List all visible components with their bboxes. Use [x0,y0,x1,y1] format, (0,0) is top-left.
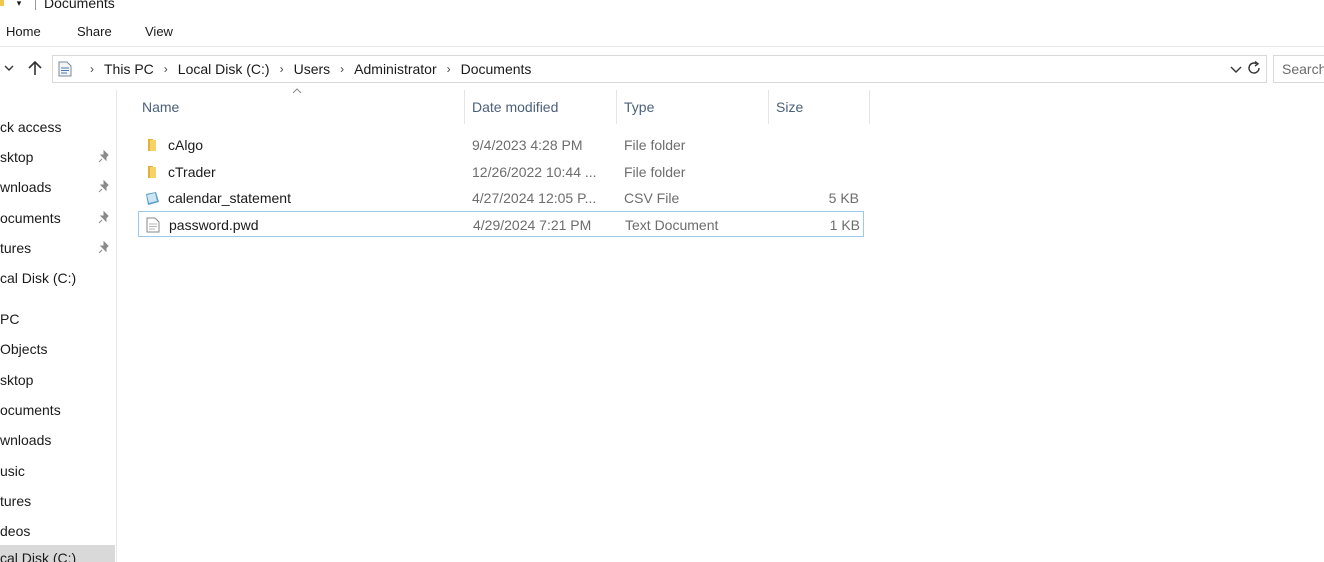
nav-item-3d-objects[interactable]: Objects [0,336,116,362]
file-type: File folder [624,164,686,180]
title-separator [35,0,36,10]
nav-item-documents-pinned[interactable]: ocuments [0,205,116,231]
quick-access-toolbar-dropdown[interactable]: ▾ [13,0,25,8]
nav-item-local-disk-quick[interactable]: cal Disk (C:) [0,265,116,291]
pin-icon [98,241,109,254]
nav-item-pictures-pinned[interactable]: tures [0,235,116,261]
breadcrumb: › This PC › Local Disk (C:) › Users › Ad… [83,56,534,82]
pin-icon [98,211,109,224]
nav-item-music[interactable]: usic [0,458,116,484]
address-row: › This PC › Local Disk (C:) › Users › Ad… [0,55,1324,83]
title-bar: ▾ Documents [0,0,1324,14]
ribbon: Home Share View [0,18,1324,47]
search-input[interactable]: Search [1273,55,1324,83]
address-history-chevron-icon[interactable] [1229,62,1243,76]
breadcrumb-administrator[interactable]: Administrator [351,56,439,82]
file-row[interactable]: cTrader 12/26/2022 10:44 ... File folder [138,159,864,185]
column-divider[interactable] [869,90,870,124]
nav-item-quick-access[interactable]: ck access [0,114,116,140]
file-name: calendar_statement [168,190,291,206]
nav-item-local-disk[interactable]: cal Disk (C:) [0,545,115,562]
nav-item-this-pc[interactable]: PC [0,306,116,332]
file-list: Name Date modified Type Size cAlgo 9/4/2… [118,88,1324,562]
chevron-right-icon[interactable]: › [276,62,288,76]
column-header-date[interactable]: Date modified [466,90,616,124]
csv-file-icon [146,192,159,205]
folder-icon [148,139,156,151]
file-size: 5 KB [828,190,859,206]
file-type: CSV File [624,190,680,206]
file-name: cTrader [168,164,216,180]
tab-home[interactable]: Home [6,24,41,40]
text-file-icon [146,217,160,233]
column-header-type[interactable]: Type [618,90,768,124]
nav-item-desktop[interactable]: sktop [0,367,116,393]
chevron-right-icon[interactable]: › [443,62,455,76]
nav-item-pictures[interactable]: tures [0,488,116,514]
chevron-right-icon[interactable]: › [160,62,172,76]
file-row[interactable]: calendar_statement 4/27/2024 12:05 P... … [138,185,864,211]
documents-location-icon [58,61,72,77]
recent-locations-chevron-icon[interactable] [2,61,16,75]
file-date: 4/27/2024 12:05 P... [472,190,597,206]
folder-icon [0,0,4,6]
column-divider[interactable] [464,90,465,124]
file-date: 12/26/2022 10:44 ... [472,164,597,180]
breadcrumb-users[interactable]: Users [291,56,334,82]
nav-item-downloads-pinned[interactable]: wnloads [0,174,116,200]
breadcrumb-local-disk[interactable]: Local Disk (C:) [175,56,273,82]
address-bar[interactable]: › This PC › Local Disk (C:) › Users › Ad… [52,55,1294,83]
chevron-right-icon[interactable]: › [336,62,348,76]
tab-view[interactable]: View [145,24,173,40]
nav-item-downloads[interactable]: wnloads [0,427,116,453]
file-type: File folder [624,137,686,153]
nav-item-videos[interactable]: deos [0,518,116,544]
window-title: Documents [44,0,115,11]
navigation-pane: ck access sktop wnloads ocuments tures c… [0,90,117,562]
column-divider[interactable] [768,90,769,124]
file-date: 4/29/2024 7:21 PM [473,217,592,233]
file-row[interactable]: cAlgo 9/4/2023 4:28 PM File folder [138,132,864,158]
pin-icon [98,150,109,163]
tab-share[interactable]: Share [77,24,112,40]
file-name: cAlgo [168,137,204,153]
column-divider[interactable] [616,90,617,124]
breadcrumb-documents[interactable]: Documents [458,56,535,82]
column-header-size[interactable]: Size [770,90,868,124]
breadcrumb-this-pc[interactable]: This PC [101,56,157,82]
nav-item-desktop-pinned[interactable]: sktop [0,144,116,170]
refresh-icon[interactable] [1246,60,1262,76]
pin-icon [98,180,109,193]
nav-item-documents[interactable]: ocuments [0,397,116,423]
file-name: password.pwd [169,217,259,233]
up-arrow-icon[interactable] [26,59,44,77]
file-type: Text Document [625,217,719,233]
folder-icon [148,166,156,178]
file-row[interactable]: password.pwd 4/29/2024 7:21 PM Text Docu… [138,211,864,237]
chevron-right-icon[interactable]: › [86,62,98,76]
file-size: 1 KB [829,217,860,233]
column-header-name[interactable]: Name [136,90,464,124]
file-date: 9/4/2023 4:28 PM [472,137,583,153]
